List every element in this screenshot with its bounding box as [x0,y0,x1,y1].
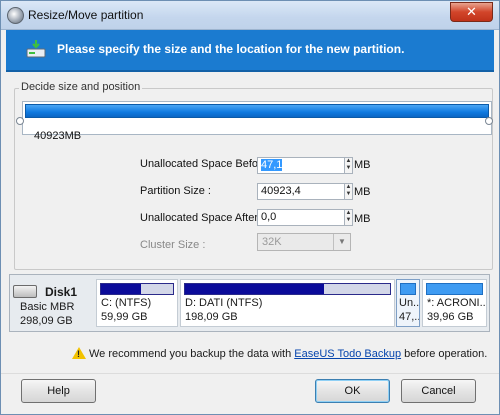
unalloc-after-spinner[interactable]: ▲ ▼ [344,209,353,226]
partition-usage-fill [185,284,325,294]
warning-icon: ! [72,347,86,360]
partition-name: C: (NTFS) [101,297,152,309]
slider-size-label: 40923MB [34,130,82,142]
unalloc-before-label: Unallocated Space Before: [140,158,271,170]
disk-info: Disk1 Basic MBR 298,09 GB [13,281,93,327]
unalloc-after-label: Unallocated Space After: [140,212,262,224]
partition-size: 59,99 GB [101,311,148,323]
cluster-size-select[interactable]: 32K ▼ [257,233,351,251]
partition-usage-bar [184,283,391,295]
unalloc-before-input[interactable]: 47,1 [257,157,345,174]
partition-size-spinner[interactable]: ▲ ▼ [344,183,353,200]
partition-size: 39,96 GB [427,311,474,323]
disk-name: Disk1 [45,285,78,299]
ok-button[interactable]: OK [315,379,390,403]
partition-acronis[interactable]: *: ACRONI... 39,96 GB [422,279,487,327]
partition-slider[interactable] [22,101,492,135]
unalloc-before-spinner[interactable]: ▲ ▼ [344,157,353,174]
unalloc-after-input[interactable]: 0,0 [257,209,345,226]
window-title: Resize/Move partition [28,8,144,22]
partition-unallocated[interactable]: Un... 47,... [396,279,420,327]
close-button[interactable]: ✕ [450,2,493,22]
unalloc-before-unit: MB [354,159,371,171]
group-title: Decide size and position [19,81,143,93]
chevron-down-icon[interactable]: ▼ [333,234,350,250]
header-banner: Please specify the size and the location… [6,30,494,72]
easeus-backup-link[interactable]: EaseUS Todo Backup [294,348,401,360]
partition-d[interactable]: D: DATI (NTFS) 198,09 GB [180,279,395,327]
partition-size: 47,... [399,311,419,323]
partition-slider-bar[interactable] [25,104,489,118]
partition-name: *: ACRONI... [427,297,487,309]
hard-disk-icon [13,285,37,298]
unalloc-after-unit: MB [354,213,371,225]
help-button[interactable]: Help [21,379,96,403]
partition-name: D: DATI (NTFS) [185,297,263,309]
partition-drive-icon [26,40,46,58]
cluster-size-label: Cluster Size : [140,239,206,251]
partition-size-label: Partition Size : [140,185,211,197]
partition-name: Un... [399,297,420,309]
slider-right-handle[interactable] [485,117,493,125]
partition-c[interactable]: C: (NTFS) 59,99 GB [96,279,178,327]
banner-instruction: Please specify the size and the location… [57,42,405,56]
slider-left-handle[interactable] [16,117,24,125]
partition-size: 198,09 GB [185,311,238,323]
partition-size-unit: MB [354,186,371,198]
partition-usage-fill [101,284,141,294]
cluster-size-value: 32K [262,236,282,248]
disk-size: 298,09 GB [20,315,73,327]
backup-notice: We recommend you backup the data with Ea… [89,348,488,360]
title-bar[interactable]: Resize/Move partition ✕ [1,1,499,30]
app-icon [7,7,24,24]
partition-usage-bar [426,283,483,295]
cancel-button[interactable]: Cancel [401,379,476,403]
disk-type: Basic MBR [20,301,75,313]
resize-move-dialog: Resize/Move partition ✕ Please specify t… [0,0,500,415]
partition-usage-bar [100,283,174,295]
partition-size-input[interactable]: 40923,4 [257,183,345,200]
partition-usage-bar [400,283,416,295]
